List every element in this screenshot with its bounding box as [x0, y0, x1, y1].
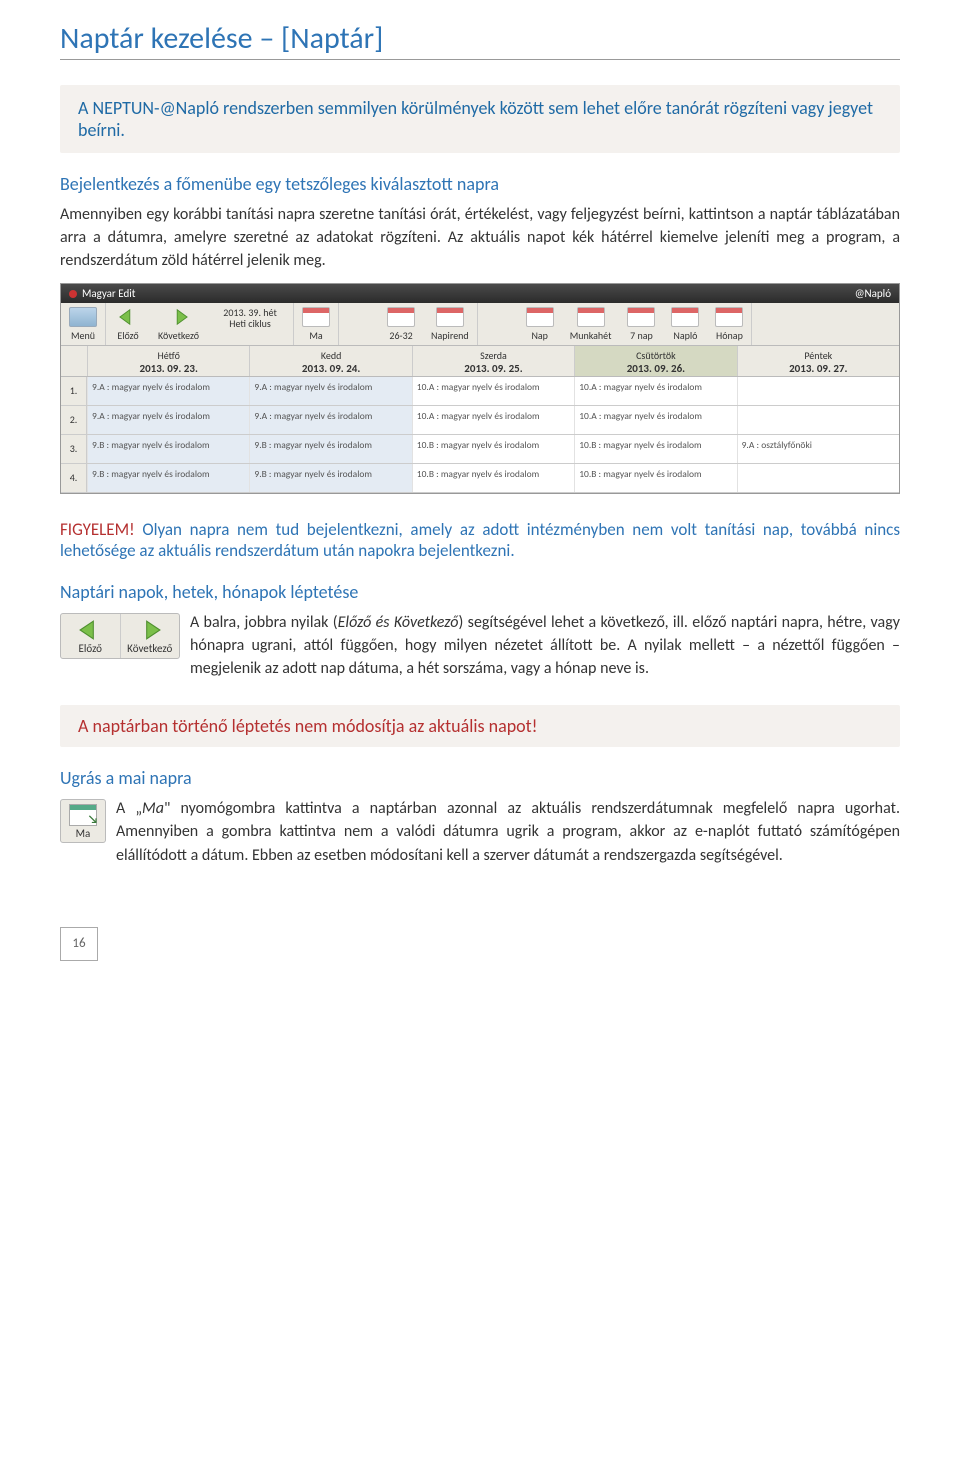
- today-label: Ma: [309, 329, 322, 342]
- timetable-row: 1. 9.A : magyar nyelv és irodalom 9.A : …: [61, 377, 899, 406]
- info-box-noreserve: A NEPTUN-@Napló rendszerben semmilyen kö…: [60, 85, 900, 153]
- lesson-cell[interactable]: 9.B : magyar nyelv és irodalom: [249, 464, 411, 492]
- lesson-cell[interactable]: 9.A : magyar nyelv és irodalom: [87, 377, 249, 405]
- para-stepping: A balra, jobbra nyilak (Előző és Követke…: [60, 611, 900, 681]
- day-header[interactable]: Péntek2013. 09. 27.: [737, 346, 899, 376]
- timetable-row: 3. 9.B : magyar nyelv és irodalom 9.B : …: [61, 435, 899, 464]
- menu-button[interactable]: Menü: [61, 303, 105, 345]
- lesson-cell[interactable]: 10.B : magyar nyelv és irodalom: [412, 464, 574, 492]
- lesson-cell[interactable]: 9.A : magyar nyelv és irodalom: [87, 406, 249, 434]
- week-indicator: 2013. 39. hétHeti ciklus: [207, 303, 293, 345]
- lesson-cell[interactable]: 9.A : osztályfőnöki: [737, 435, 899, 463]
- prev-button[interactable]: Előző: [106, 303, 150, 345]
- agenda-label: Napirend: [431, 329, 469, 342]
- app-user: Magyar Edit: [82, 287, 135, 300]
- arrow-right-icon: [165, 307, 193, 327]
- 7day-view-button[interactable]: 7 nap: [619, 303, 663, 345]
- timetable-row: 2. 9.A : magyar nyelv és irodalom 9.A : …: [61, 406, 899, 435]
- calendar-range-icon: [387, 307, 415, 327]
- day-header-row: Hétfő2013. 09. 23. Kedd2013. 09. 24. Sze…: [61, 346, 899, 377]
- 7day-label: 7 nap: [630, 329, 653, 342]
- calendar-7day-icon: [627, 307, 655, 327]
- week-number: 2013. 39. hét: [215, 307, 285, 318]
- day-header-today[interactable]: Csütörtök2013. 09. 26.: [574, 346, 736, 376]
- nav-next-label: Következő: [127, 642, 172, 655]
- lesson-cell[interactable]: 10.B : magyar nyelv és irodalom: [412, 435, 574, 463]
- nav-prev-label: Előző: [79, 642, 102, 655]
- lesson-cell[interactable]: 10.A : magyar nyelv és irodalom: [412, 377, 574, 405]
- page-title: Naptár kezelése – [Naptár]: [60, 20, 900, 60]
- today-button[interactable]: Ma: [294, 303, 338, 345]
- lesson-cell[interactable]: 10.A : magyar nyelv és irodalom: [412, 406, 574, 434]
- day-view-button[interactable]: Nap: [518, 303, 562, 345]
- calendar-workweek-icon: [577, 307, 605, 327]
- nav-next-button[interactable]: Következő: [121, 614, 180, 658]
- workweek-view-button[interactable]: Munkahét: [562, 303, 620, 345]
- lesson-cell[interactable]: 9.B : magyar nyelv és irodalom: [249, 435, 411, 463]
- arrow-left-icon: [114, 307, 142, 327]
- nav-prev-button[interactable]: Előző: [61, 614, 121, 658]
- month-label: Hónap: [716, 329, 743, 342]
- day-header[interactable]: Hétfő2013. 09. 23.: [87, 346, 249, 376]
- lesson-cell[interactable]: 10.A : magyar nyelv és irodalom: [574, 406, 736, 434]
- next-label: Következő: [158, 329, 199, 342]
- calendar-month-icon: [715, 307, 743, 327]
- lesson-cell[interactable]: 10.B : magyar nyelv és irodalom: [574, 435, 736, 463]
- page-number: 16: [60, 927, 98, 961]
- register-label: Napló: [673, 329, 697, 342]
- day-view-label: Nap: [531, 329, 548, 342]
- row-number: 4.: [61, 464, 87, 492]
- prev-label: Előző: [117, 329, 138, 342]
- user-status-icon: [69, 290, 77, 298]
- warning-body: Olyan napra nem tud bejelentkezni, amely…: [60, 519, 900, 561]
- warning-lead: FIGYELEM!: [60, 519, 135, 540]
- heading-login-day: Bejelentkezés a főmenübe egy tetszőleges…: [60, 173, 900, 195]
- app-brand: @Napló: [855, 287, 891, 300]
- calendar-jump-icon: [69, 804, 97, 826]
- lesson-cell-empty: [737, 406, 899, 434]
- month-view-button[interactable]: Hónap: [707, 303, 751, 345]
- row-number: 2.: [61, 406, 87, 434]
- next-button[interactable]: Következő: [150, 303, 207, 345]
- nav-pair-image: Előző Következő: [60, 613, 180, 659]
- calendar-day-icon: [526, 307, 554, 327]
- lesson-cell[interactable]: 9.B : magyar nyelv és irodalom: [87, 435, 249, 463]
- day-header[interactable]: Kedd2013. 09. 24.: [249, 346, 411, 376]
- app-titlebar: Magyar Edit @Napló: [61, 284, 899, 303]
- warning-text: FIGYELEM! Olyan napra nem tud bejelentke…: [60, 519, 900, 561]
- para-jump-today: A „Ma" nyomógombra kattintva a naptárban…: [60, 797, 900, 867]
- ma-button-label: Ma: [76, 827, 91, 840]
- ma-button-image[interactable]: Ma: [60, 799, 106, 843]
- lesson-cell[interactable]: 9.B : magyar nyelv és irodalom: [87, 464, 249, 492]
- para-login-day: Amennyiben egy korábbi tanítási napra sz…: [60, 203, 900, 273]
- calendar-today-icon: [302, 307, 330, 327]
- page-number-container: 16: [60, 927, 900, 961]
- lesson-cell[interactable]: 10.A : magyar nyelv és irodalom: [574, 377, 736, 405]
- menu-label: Menü: [71, 329, 95, 342]
- lesson-cell[interactable]: 9.A : magyar nyelv és irodalom: [249, 406, 411, 434]
- row-number: 3.: [61, 435, 87, 463]
- heading-jump-today: Ugrás a mai napra: [60, 767, 900, 789]
- timetable-row: 4. 9.B : magyar nyelv és irodalom 9.B : …: [61, 464, 899, 493]
- workweek-label: Munkahét: [570, 329, 612, 342]
- agenda-button[interactable]: Napirend: [423, 303, 477, 345]
- range-label: 26-32: [389, 329, 412, 342]
- menu-icon: [69, 307, 97, 327]
- app-screenshot: Magyar Edit @Napló Menü Előző Következő …: [60, 283, 900, 494]
- calendar-agenda-icon: [436, 307, 464, 327]
- lesson-cell-empty: [737, 464, 899, 492]
- lesson-cell[interactable]: 10.B : magyar nyelv és irodalom: [574, 464, 736, 492]
- red-note-stepping: A naptárban történő léptetés nem módosít…: [60, 705, 900, 747]
- lesson-cell[interactable]: 9.A : magyar nyelv és irodalom: [249, 377, 411, 405]
- heading-stepping: Naptári napok, hetek, hónapok léptetése: [60, 581, 900, 603]
- row-number: 1.: [61, 377, 87, 405]
- week-cycle: Heti ciklus: [215, 318, 285, 329]
- lesson-cell-empty: [737, 377, 899, 405]
- day-header[interactable]: Szerda2013. 09. 25.: [412, 346, 574, 376]
- app-toolbar: Menü Előző Következő 2013. 39. hétHeti c…: [61, 303, 899, 346]
- register-view-button[interactable]: Napló: [663, 303, 707, 345]
- range-button[interactable]: 26-32: [379, 303, 423, 345]
- calendar-register-icon: [671, 307, 699, 327]
